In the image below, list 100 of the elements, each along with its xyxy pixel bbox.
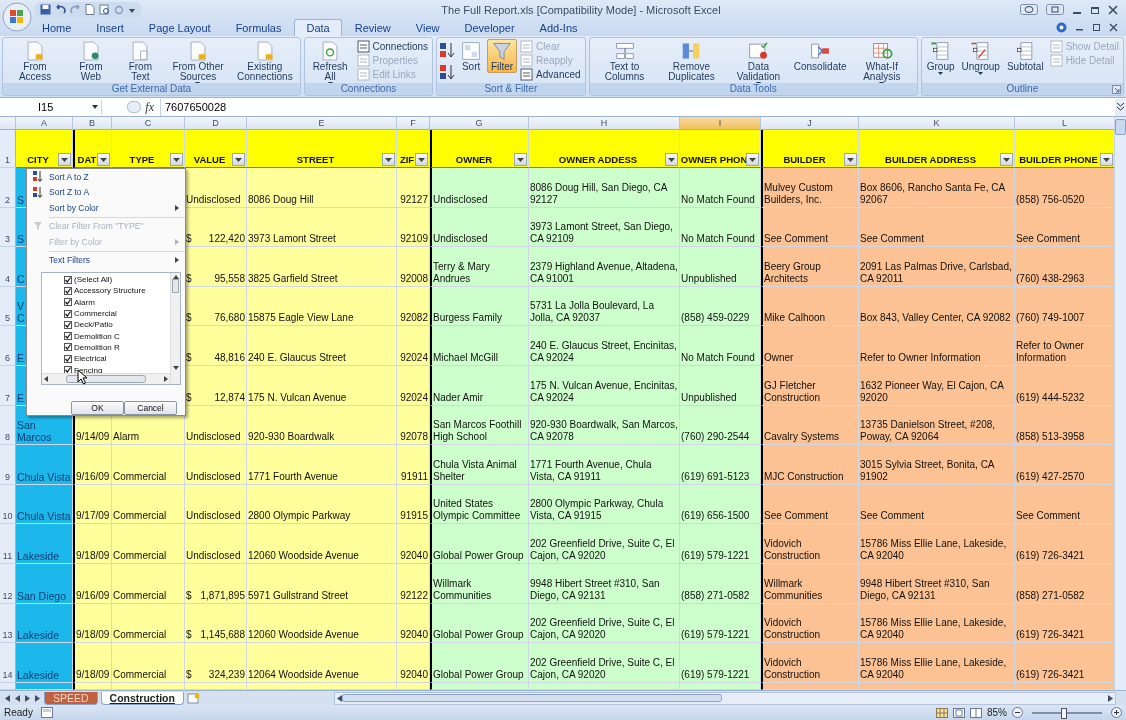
sort-ascending-icon[interactable]: [439, 42, 456, 58]
row-header[interactable]: 9: [0, 445, 16, 485]
scroll-left-icon[interactable]: [44, 376, 48, 382]
filter-button[interactable]: [844, 153, 857, 166]
page-layout-view-icon[interactable]: [953, 707, 965, 718]
print-preview-icon[interactable]: [99, 4, 110, 15]
row-header[interactable]: 1: [0, 130, 16, 168]
close-icon[interactable]: [1109, 23, 1118, 32]
scrollbar-thumb[interactable]: [1115, 119, 1126, 135]
caret-icon[interactable]: [92, 105, 98, 109]
close-icon[interactable]: [1108, 4, 1118, 15]
row-header[interactable]: 7: [0, 365, 16, 406]
list-item[interactable]: Alarm: [74, 297, 95, 307]
column-header[interactable]: C: [112, 117, 185, 130]
macro-record-icon[interactable]: [40, 707, 53, 718]
arrange-icon[interactable]: [1020, 4, 1038, 15]
column-header[interactable]: F: [397, 117, 430, 130]
column-header[interactable]: L: [1015, 117, 1114, 130]
row-header[interactable]: 8: [0, 405, 16, 446]
filter-button[interactable]: [746, 153, 759, 166]
column-header[interactable]: J: [761, 117, 859, 130]
ribbon-tab[interactable]: Page Layout: [136, 19, 223, 36]
ribbon-tab[interactable]: Home: [30, 19, 84, 36]
row-header[interactable]: 6: [0, 326, 16, 366]
ribbon-tab[interactable]: Developer: [452, 19, 527, 36]
column-header[interactable]: H: [529, 117, 680, 130]
cancel-button[interactable]: Cancel: [124, 401, 177, 415]
checkbox[interactable]: [64, 298, 72, 307]
list-item[interactable]: Demolition R: [74, 342, 120, 352]
column-header[interactable]: E: [247, 117, 397, 130]
row-header[interactable]: 11: [0, 524, 16, 564]
ribbon-tab[interactable]: Data: [294, 19, 342, 36]
ribbon-tab[interactable]: Review: [342, 19, 403, 36]
column-header[interactable]: K: [859, 117, 1015, 130]
ribbon-button[interactable]: Advanced: [518, 67, 583, 81]
list-item[interactable]: Commercial: [74, 309, 117, 319]
column-header[interactable]: D: [185, 117, 247, 130]
zoom-level[interactable]: 85%: [987, 707, 1007, 718]
ribbon-button[interactable]: Filter: [487, 39, 518, 73]
undo-icon[interactable]: [55, 4, 66, 15]
normal-view-icon[interactable]: [936, 707, 948, 718]
scrollbar-thumb[interactable]: [66, 375, 146, 383]
dialog-launcher-icon[interactable]: [1112, 85, 1121, 94]
ribbon-button[interactable]: From Access: [5, 39, 66, 83]
checkbox[interactable]: [64, 286, 72, 295]
filter-button[interactable]: [665, 153, 678, 166]
new-document-icon[interactable]: [85, 4, 95, 15]
layout-icon[interactable]: [1046, 4, 1064, 15]
restore-icon[interactable]: [1092, 23, 1101, 32]
filter-button[interactable]: [415, 153, 428, 166]
office-button[interactable]: [2, 2, 32, 32]
ribbon-button[interactable]: Text to Columns: [591, 39, 658, 83]
ribbon-button[interactable]: Remove Duplicates: [658, 39, 725, 83]
ribbon-button[interactable]: Subtotal: [1003, 39, 1047, 73]
zoom-in-icon[interactable]: [1111, 707, 1122, 718]
column-header[interactable]: A: [16, 117, 73, 130]
zoom-slider[interactable]: [1060, 707, 1067, 719]
scroll-down-icon[interactable]: [172, 366, 179, 370]
row-header[interactable]: 13: [0, 603, 16, 644]
list-item[interactable]: Accessory Structure: [74, 286, 146, 296]
ribbon-button[interactable]: Ungroup: [958, 39, 1003, 76]
checkbox[interactable]: [64, 320, 72, 329]
insert-function-button[interactable]: fx: [145, 99, 154, 115]
filter-button[interactable]: [170, 153, 183, 166]
row-header[interactable]: 3: [0, 207, 16, 248]
row-header[interactable]: 4: [0, 247, 16, 287]
checkbox[interactable]: [64, 343, 72, 352]
filter-button[interactable]: [1100, 153, 1113, 166]
expand-formula-bar-button[interactable]: [1115, 98, 1126, 116]
ribbon-button[interactable]: Group: [923, 39, 958, 76]
column-header[interactable]: G: [430, 117, 529, 130]
name-box[interactable]: I15: [2, 99, 102, 115]
filter-button[interactable]: [514, 153, 527, 166]
list-item[interactable]: (Select All): [74, 275, 113, 285]
checkbox[interactable]: [64, 332, 72, 341]
list-item[interactable]: Demolition C: [74, 331, 120, 341]
checkbox[interactable]: [64, 309, 72, 318]
filter-button[interactable]: [58, 153, 71, 166]
filter-button[interactable]: [232, 153, 245, 166]
scroll-right-icon[interactable]: [164, 376, 168, 382]
ribbon-button[interactable]: Existing Connections: [231, 39, 298, 83]
ribbon-tab[interactable]: Formulas: [223, 19, 294, 36]
ribbon-button[interactable]: From Web: [66, 39, 116, 83]
row-header[interactable]: 2: [0, 168, 16, 208]
row-header[interactable]: 10: [0, 484, 16, 525]
zoom-out-icon[interactable]: [1012, 707, 1023, 718]
ribbon-tab[interactable]: Add-Ins: [527, 19, 590, 36]
filter-button[interactable]: [382, 153, 395, 166]
scrollbar-thumb[interactable]: [172, 279, 179, 293]
ribbon-button[interactable]: Consolidate: [792, 39, 848, 73]
ok-button[interactable]: OK: [71, 401, 124, 415]
filter-button[interactable]: [1000, 153, 1013, 166]
help-icon[interactable]: [1056, 22, 1067, 33]
ribbon-button[interactable]: Sort: [456, 39, 487, 73]
sheet-tab[interactable]: Construction: [100, 691, 184, 705]
scroll-right-icon[interactable]: [1108, 694, 1113, 702]
ribbon-button[interactable]: Connections: [354, 39, 431, 53]
column-header[interactable]: I: [680, 117, 761, 130]
scrollbar-thumb[interactable]: [341, 694, 722, 702]
save-icon[interactable]: [40, 4, 51, 15]
